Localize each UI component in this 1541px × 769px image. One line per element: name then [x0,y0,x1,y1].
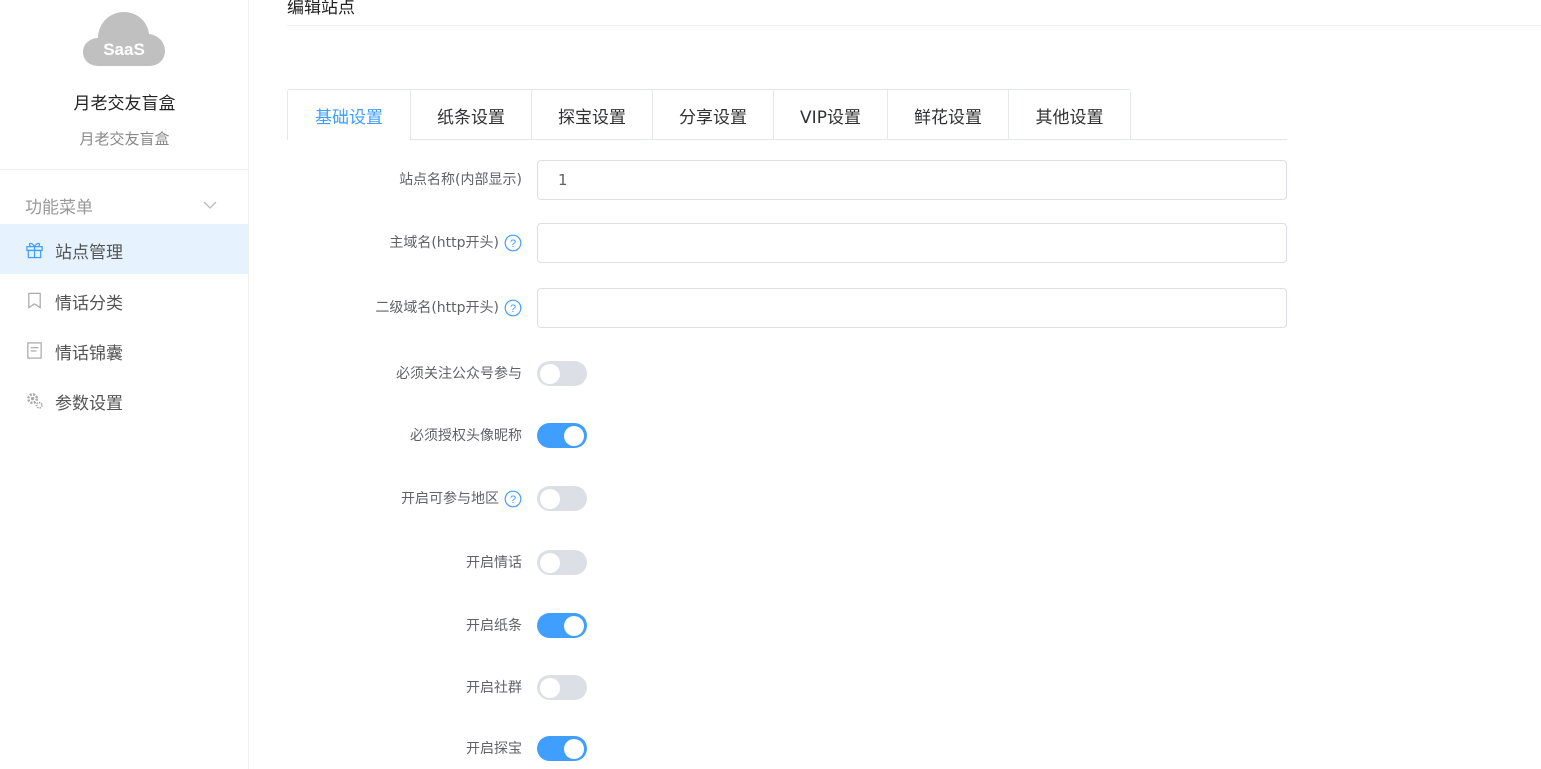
switch-knob [564,615,584,636]
region-limit-switch[interactable] [537,486,587,511]
brand-subtitle: 月老交友盲盒 [79,130,170,148]
help-icon[interactable]: ? [504,234,522,252]
gift-icon [26,242,43,259]
form-row-main-domain: 主域名(http开头) ? [287,223,1287,263]
menu-group-label: 功能菜单 [25,198,93,218]
document-icon [27,342,42,359]
main-domain-label: 主域名(http开头) [389,235,499,251]
menu-group-toggle[interactable]: 功能菜单 [0,183,249,223]
site-name-input[interactable]: 1 [537,160,1287,200]
gear-icon [27,393,43,409]
main-domain-input[interactable] [537,223,1287,263]
switch-label: 开启可参与地区 [401,491,499,507]
switch-knob [540,488,560,509]
sub-domain-label: 二级域名(http开头) [375,300,499,316]
help-icon[interactable]: ? [504,490,522,508]
switch-knob [540,363,560,384]
switch-label: 必须授权头像昵称 [410,428,522,444]
switch-label: 开启情话 [466,555,522,571]
tab-note-settings[interactable]: 纸条设置 [410,90,531,140]
switch-knob [540,552,560,573]
sub-domain-input[interactable] [537,288,1287,328]
tab-flower-settings[interactable]: 鲜花设置 [887,90,1008,140]
bookmark-icon [28,292,41,309]
switch-knob [540,677,560,698]
form-row-love-words: 开启情话 [287,543,1287,583]
form-row-notes: 开启纸条 [287,606,1287,646]
tab-other-settings[interactable]: 其他设置 [1008,90,1130,140]
tab-vip-settings[interactable]: VIP设置 [773,90,887,140]
community-switch[interactable] [537,675,587,700]
form-row-follow-official-account: 必须关注公众号参与 [287,354,1287,394]
love-words-switch[interactable] [537,550,587,575]
form-row-sub-domain: 二级域名(http开头) ? [287,288,1287,328]
tab-treasure-settings[interactable]: 探宝设置 [531,90,652,140]
logo-text: SaaS [103,40,145,59]
sidebar-item-site-management[interactable]: 站点管理 [0,224,248,274]
switch-knob [564,738,584,759]
switch-label: 开启探宝 [466,741,522,757]
svg-text:?: ? [510,494,516,506]
form-row-community: 开启社群 [287,668,1287,708]
authorize-avatar-switch[interactable] [537,423,587,448]
sidebar: SaaS 月老交友盲盒 月老交友盲盒 功能菜单 站点管理 情话分类 情话锦囊 参… [0,0,249,769]
notes-switch[interactable] [537,613,587,638]
svg-text:?: ? [510,303,516,315]
help-icon[interactable]: ? [504,299,522,317]
form-row-authorize-avatar: 必须授权头像昵称 [287,416,1287,456]
site-name-label: 站点名称(内部显示) [399,172,522,188]
switch-label: 开启纸条 [466,618,522,634]
form-row-site-name: 站点名称(内部显示) 1 [287,160,1287,200]
brand-name: 月老交友盲盒 [73,94,176,114]
tabs-divider [409,139,1287,140]
sidebar-item-love-tips[interactable]: 情话锦囊 [0,325,248,375]
sidebar-item-parameters[interactable]: 参数设置 [0,375,248,425]
tab-basic-settings[interactable]: 基础设置 [288,90,410,140]
sidebar-item-label: 站点管理 [55,243,123,263]
chevron-down-icon [203,201,217,209]
brand-block: SaaS 月老交友盲盒 月老交友盲盒 [0,0,248,170]
svg-text:?: ? [510,238,516,250]
sidebar-item-label: 情话分类 [55,294,123,314]
treasure-switch[interactable] [537,736,587,761]
switch-label: 必须关注公众号参与 [396,366,522,382]
settings-tabs: 基础设置 纸条设置 探宝设置 分享设置 VIP设置 鲜花设置 其他设置 [287,89,1131,140]
switch-knob [564,425,584,446]
title-divider [287,25,1541,26]
sidebar-item-label: 参数设置 [55,394,123,414]
sidebar-item-love-categories[interactable]: 情话分类 [0,275,248,325]
saas-cloud-logo: SaaS [83,12,165,66]
page-title: 编辑站点 [287,0,355,18]
switch-label: 开启社群 [466,680,522,696]
follow-official-account-switch[interactable] [537,361,587,386]
sidebar-item-label: 情话锦囊 [55,344,123,364]
form-row-treasure: 开启探宝 [287,729,1287,769]
form-row-region-limit: 开启可参与地区 ? [287,479,1287,519]
tab-share-settings[interactable]: 分享设置 [652,90,773,140]
